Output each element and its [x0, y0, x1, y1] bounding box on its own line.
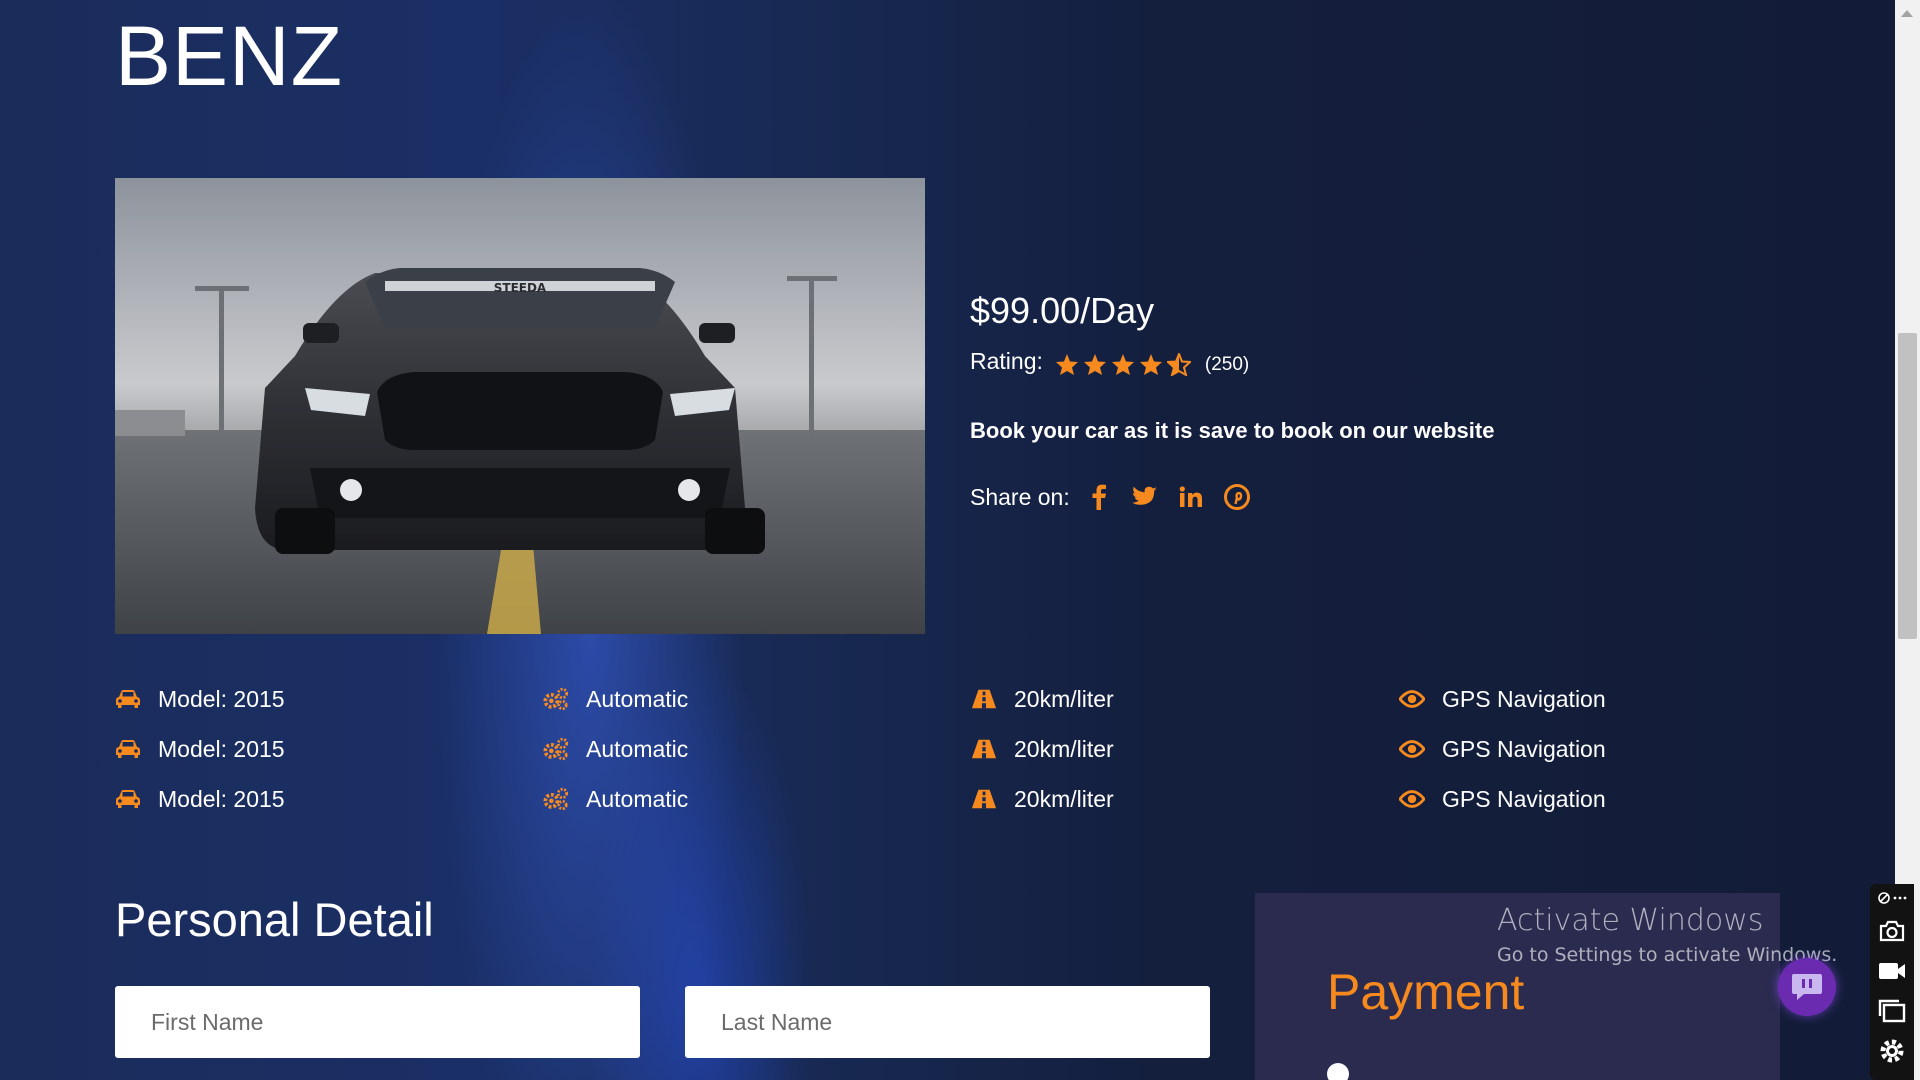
feature-text: Model: 2015: [158, 735, 285, 762]
feature-text: 20km/liter: [1014, 685, 1114, 712]
feature-text: 20km/liter: [1014, 785, 1114, 812]
feature-text: GPS Navigation: [1442, 685, 1606, 712]
more-icon[interactable]: [1893, 895, 1907, 901]
feature-gps: GPS Navigation: [1399, 784, 1675, 814]
camera-icon[interactable]: [1877, 916, 1907, 946]
feature-transmission: Automatic: [543, 684, 971, 714]
feature-transmission: Automatic: [543, 734, 971, 764]
share-label: Share on:: [970, 483, 1070, 510]
eye-icon: [1399, 686, 1425, 712]
chat-widget-button[interactable]: [1778, 958, 1836, 1016]
star-icon: [1083, 354, 1106, 375]
car-icon: [115, 686, 141, 712]
feature-model: Model: 2015: [115, 734, 543, 764]
gears-icon: [543, 786, 569, 812]
feature-text: 20km/liter: [1014, 735, 1114, 762]
road-icon: [971, 686, 997, 712]
payment-radio[interactable]: [1327, 1063, 1349, 1080]
rating-count: (250): [1204, 353, 1250, 375]
eye-icon: [1399, 786, 1425, 812]
facebook-icon[interactable]: [1084, 482, 1114, 512]
rating-stars: [1055, 353, 1191, 376]
feature-model: Model: 2015: [115, 684, 543, 714]
car-image: STEEDA: [115, 178, 925, 634]
car-icon: [115, 786, 141, 812]
feature-mileage: 20km/liter: [971, 784, 1399, 814]
pin-icon[interactable]: [1877, 891, 1891, 905]
star-half-icon: [1166, 353, 1191, 376]
rating-row: Rating: (250): [970, 347, 1249, 376]
chat-icon: [1792, 974, 1822, 1000]
linkedin-icon[interactable]: [1176, 482, 1206, 512]
feature-text: Model: 2015: [158, 785, 285, 812]
gears-icon: [543, 736, 569, 762]
last-name-field[interactable]: [685, 986, 1210, 1058]
toolbar-header: [1877, 890, 1907, 906]
feature-gps: GPS Navigation: [1399, 684, 1675, 714]
eye-icon: [1399, 736, 1425, 762]
feature-model: Model: 2015: [115, 784, 543, 814]
star-icon: [1139, 354, 1162, 375]
window-capture-icon[interactable]: [1877, 996, 1907, 1026]
feature-text: Automatic: [586, 785, 689, 812]
star-icon: [1055, 354, 1078, 375]
feature-mileage: 20km/liter: [971, 734, 1399, 764]
feature-text: Model: 2015: [158, 685, 285, 712]
road-icon: [971, 786, 997, 812]
pinterest-icon[interactable]: [1222, 482, 1252, 512]
settings-gear-icon[interactable]: [1877, 1036, 1907, 1066]
watermark-line-1: Activate Windows: [1497, 903, 1764, 938]
car-detail-page: BENZ STEEDA $99.00/Day Rating: (250) Boo…: [0, 0, 1895, 1080]
share-row: Share on:: [970, 482, 1268, 512]
feature-text: GPS Navigation: [1442, 785, 1606, 812]
scrollbar-thumb[interactable]: [1898, 333, 1917, 639]
feature-text: GPS Navigation: [1442, 735, 1606, 762]
feature-gps: GPS Navigation: [1399, 734, 1675, 764]
scroll-up-arrow[interactable]: [1901, 10, 1913, 17]
windows-activation-watermark: Activate Windows Go to Settings to activ…: [1497, 903, 1837, 966]
feature-text: Automatic: [586, 735, 689, 762]
payment-title: Payment: [1327, 964, 1525, 1020]
twitter-icon[interactable]: [1130, 482, 1160, 512]
car-icon: [115, 736, 141, 762]
booking-tagline: Book your car as it is save to book on o…: [970, 418, 1495, 443]
price-per-day: $99.00/Day: [970, 290, 1155, 331]
gears-icon: [543, 686, 569, 712]
personal-detail-title: Personal Detail: [115, 893, 434, 946]
first-name-field[interactable]: [115, 986, 640, 1058]
road-icon: [971, 736, 997, 762]
video-camera-icon[interactable]: [1877, 956, 1907, 986]
feature-text: Automatic: [586, 685, 689, 712]
windshield-banner: STEEDA: [494, 281, 547, 295]
rating-label: Rating:: [970, 348, 1043, 374]
star-icon: [1111, 354, 1134, 375]
watermark-line-2: Go to Settings to activate Windows.: [1497, 944, 1838, 966]
feature-mileage: 20km/liter: [971, 684, 1399, 714]
feature-transmission: Automatic: [543, 784, 971, 814]
car-title: BENZ: [115, 9, 344, 103]
screen-capture-toolbar: [1870, 884, 1914, 1080]
features-grid: Model: 2015 Automatic 20km/liter GPS Nav…: [115, 684, 1675, 814]
